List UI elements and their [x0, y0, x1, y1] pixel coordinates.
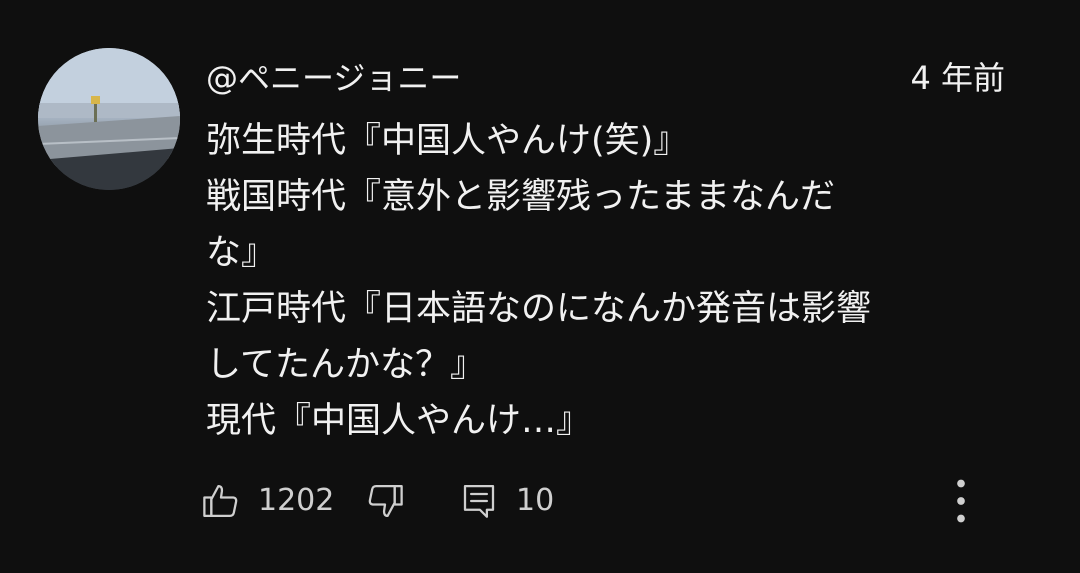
comment-line: してたんかな？』	[206, 345, 485, 385]
comment-action-bar: 1202 10	[200, 478, 1020, 524]
comment-thread-item: @ペニージョニー 4 年前 弥生時代『中国人やんけ(笑)』 戦国時代『意外と影響…	[0, 0, 1080, 573]
comment-author[interactable]: @ペニージョニー	[206, 56, 461, 100]
comment-line: 弥生時代『中国人やんけ(笑)』	[206, 121, 689, 161]
comment-timestamp[interactable]: 4 年前	[910, 56, 1005, 100]
like-button[interactable]: 1202	[200, 478, 334, 524]
comment-line: な』	[206, 233, 277, 273]
comment-line: 現代『中国人やんけ…』	[206, 401, 592, 441]
comment-icon	[458, 480, 500, 522]
comment-text: 弥生時代『中国人やんけ(笑)』 戦国時代『意外と影響残ったままなんだ な』 江戸…	[206, 113, 1011, 449]
avatar[interactable]	[38, 48, 180, 190]
dislike-button[interactable]	[364, 478, 406, 524]
comment-line: 江戸時代『日本語なのになんか発音は影響	[206, 289, 872, 329]
reply-count: 10	[516, 483, 555, 518]
thumbs-down-icon	[364, 480, 406, 522]
like-count: 1202	[258, 483, 335, 518]
more-vertical-icon	[940, 478, 982, 524]
thumbs-up-icon	[200, 480, 242, 522]
more-actions-button[interactable]	[940, 478, 982, 524]
avatar-image	[38, 48, 180, 190]
reply-button[interactable]: 10	[458, 478, 554, 524]
comment-line: 戦国時代『意外と影響残ったままなんだ	[206, 177, 835, 217]
